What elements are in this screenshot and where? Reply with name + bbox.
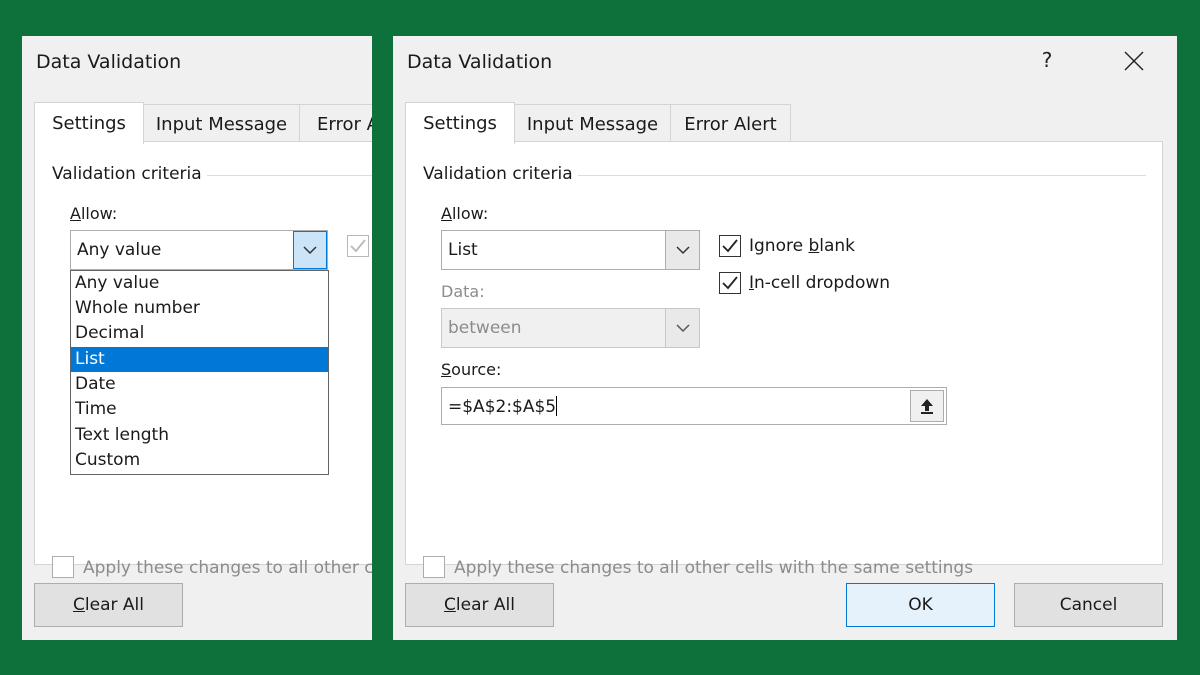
apply-all-label: Apply these changes to all other ce	[83, 558, 372, 578]
clear-all-label-rest: lear All	[84, 595, 144, 615]
validation-criteria-label: Validation criteria	[423, 164, 573, 184]
list-item-selected[interactable]: List	[71, 347, 328, 372]
validation-criteria-label: Validation criteria	[52, 164, 202, 184]
allow-label-rest: llow:	[80, 204, 118, 223]
data-combobox-value: between	[448, 318, 522, 338]
source-label-rest: ource:	[451, 360, 502, 379]
checkmark-icon	[722, 239, 738, 253]
text-caret	[556, 396, 558, 416]
collapse-dialog-button[interactable]	[910, 390, 944, 422]
tab-input-message[interactable]: Input Message	[514, 104, 671, 142]
tab-error-alert[interactable]: Error A	[299, 104, 372, 142]
data-validation-dialog-right: Data Validation ? Settings Input Message…	[393, 36, 1177, 640]
dialog-title: Data Validation	[36, 51, 182, 73]
chevron-down-icon	[675, 246, 690, 255]
cancel-button[interactable]: Cancel	[1014, 583, 1163, 627]
list-item[interactable]: Date	[71, 372, 328, 397]
allow-dropdown-list: Any value Whole number Decimal List Date…	[70, 270, 329, 475]
list-item[interactable]: Time	[71, 397, 328, 422]
chevron-down-icon	[675, 324, 690, 333]
list-item[interactable]: Text length	[71, 423, 328, 448]
allow-combobox-value: Any value	[77, 240, 162, 260]
chevron-down-icon	[303, 246, 317, 255]
tab-settings[interactable]: Settings	[34, 102, 144, 144]
group-divider	[207, 175, 372, 176]
source-value-text: =$A$2:$A$5	[448, 397, 557, 417]
checkmark-icon	[350, 239, 366, 253]
group-divider	[578, 175, 1146, 176]
allow-label-rest: llow:	[451, 204, 489, 223]
clear-all-button[interactable]: Clear All	[405, 583, 554, 627]
data-validation-dialog-left: Data Validation Settings Input Message E…	[22, 36, 372, 640]
apply-all-checkbox[interactable]	[52, 556, 74, 578]
list-item[interactable]: Decimal	[71, 321, 328, 346]
title-bar: Data Validation ?	[393, 36, 1177, 88]
in-cell-dropdown-checkbox[interactable]	[719, 272, 741, 294]
source-label: Source:	[441, 360, 502, 379]
clear-all-button[interactable]: Clear All	[34, 583, 183, 627]
in-cell-dropdown-label: In-cell dropdown	[749, 273, 891, 293]
data-combobox: between	[441, 308, 700, 348]
tab-input-message[interactable]: Input Message	[143, 104, 300, 142]
allow-combobox[interactable]: Any value	[70, 230, 328, 270]
allow-dropdown-button[interactable]	[293, 231, 327, 269]
title-bar: Data Validation	[22, 36, 372, 88]
apply-all-checkbox[interactable]	[423, 556, 445, 578]
ignore-blank-checkbox[interactable]	[719, 235, 741, 257]
allow-combobox-value: List	[448, 240, 478, 260]
clear-all-label-rest: lear All	[455, 595, 515, 615]
allow-label: Allow:	[70, 204, 118, 223]
allow-dropdown-button[interactable]	[665, 231, 699, 269]
help-button[interactable]: ?	[1035, 48, 1059, 76]
ignore-blank-label: Ignore blank	[749, 236, 856, 256]
allow-label: Allow:	[441, 204, 489, 223]
tab-error-alert[interactable]: Error Alert	[670, 104, 791, 142]
list-item[interactable]: Any value	[71, 271, 328, 296]
data-dropdown-button	[665, 309, 699, 347]
allow-combobox[interactable]: List	[441, 230, 700, 270]
ok-button[interactable]: OK	[846, 583, 995, 627]
ignore-blank-checkbox[interactable]	[347, 235, 369, 257]
close-icon	[1124, 51, 1144, 71]
apply-all-label: Apply these changes to all other cells w…	[454, 558, 974, 578]
source-input-value: =$A$2:$A$5	[448, 396, 558, 417]
settings-panel: Validation criteria Allow: List Ignore b…	[405, 141, 1163, 578]
tab-settings[interactable]: Settings	[405, 102, 515, 144]
list-item[interactable]: Custom	[71, 448, 328, 473]
source-input[interactable]: =$A$2:$A$5	[441, 387, 947, 425]
data-label: Data:	[441, 282, 485, 301]
list-item[interactable]: Whole number	[71, 296, 328, 321]
arrow-up-icon	[921, 399, 933, 414]
close-button[interactable]	[1119, 46, 1149, 76]
checkmark-icon	[722, 276, 738, 290]
dialog-title: Data Validation	[407, 51, 553, 73]
